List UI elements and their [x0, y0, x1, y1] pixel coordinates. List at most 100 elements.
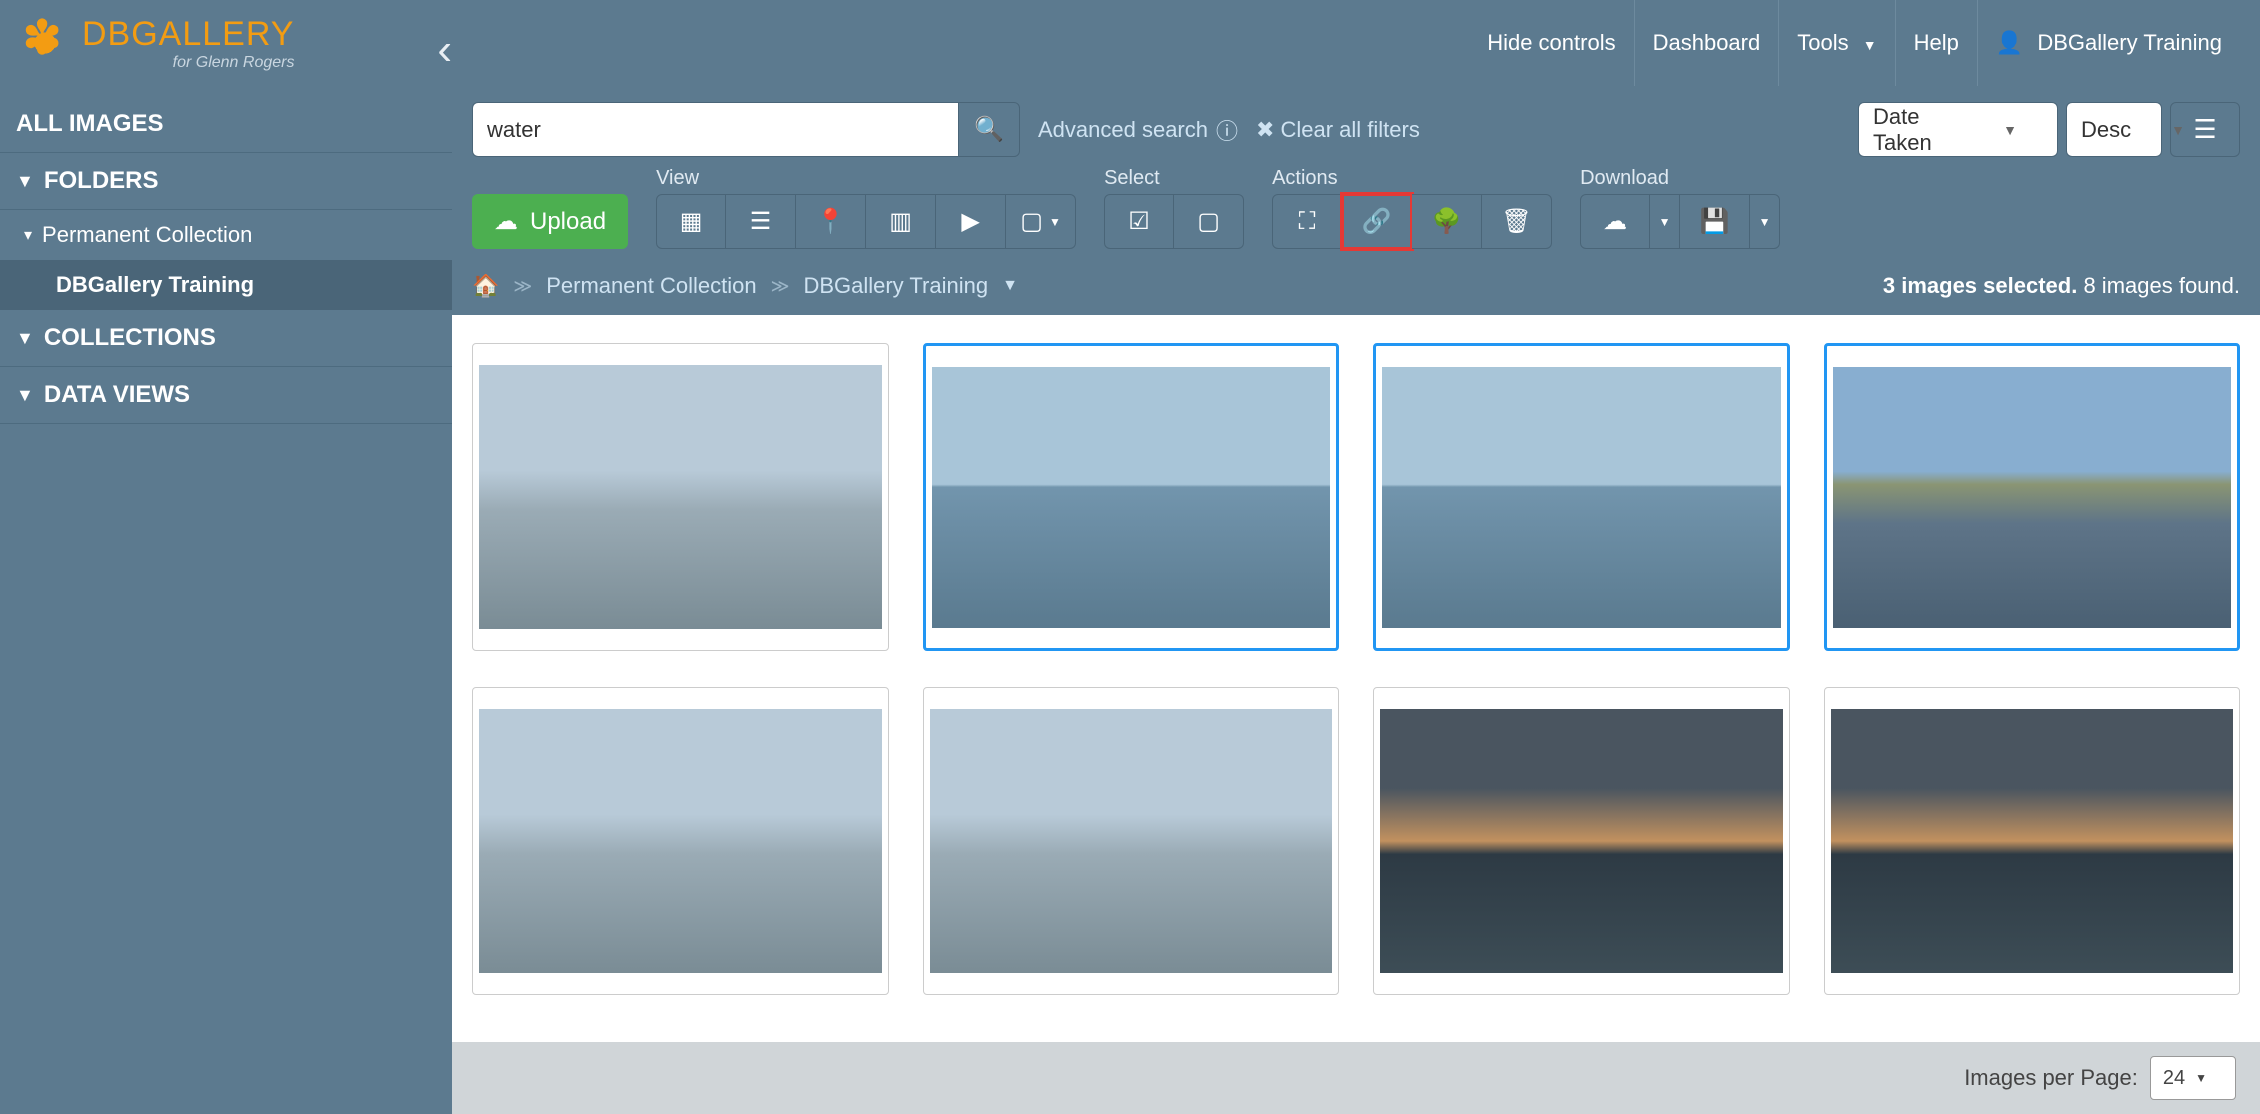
upload-label: Upload: [530, 208, 606, 236]
per-page-select[interactable]: 24 ▼: [2150, 1056, 2236, 1100]
actions-group: Actions ⛶ 🔗 🌳 🗑: [1272, 167, 1552, 249]
play-icon: ▶: [961, 207, 979, 236]
view-grid-button[interactable]: ▦: [656, 194, 726, 249]
nav-tools[interactable]: Tools ▼: [1778, 0, 1894, 86]
breadcrumb-dbgallery-training[interactable]: DBGallery Training: [803, 273, 988, 299]
image-grid: [472, 343, 2240, 995]
chevron-right-icon: ≫: [513, 276, 532, 297]
search-icon: 🔍: [974, 115, 1004, 144]
view-slideshow-button[interactable]: ▶: [936, 194, 1006, 249]
tree-permanent-collection[interactable]: ▾ Permanent Collection: [0, 210, 452, 260]
chevron-right-icon: ≫: [771, 276, 790, 297]
select-none-button[interactable]: ▢: [1174, 194, 1244, 249]
actions-group-label: Actions: [1272, 167, 1552, 190]
nav-hide-controls[interactable]: Hide controls: [1469, 0, 1633, 86]
sidebar-folders[interactable]: ▼ FOLDERS: [0, 153, 452, 210]
search-left: 🔍 Advanced search ⓘ ✖ Clear all filters: [472, 102, 1420, 157]
logo-area: DBGALLERY for Glenn Rogers ‹: [0, 15, 452, 72]
view-columns-button[interactable]: ▥: [866, 194, 936, 249]
nav-help[interactable]: Help: [1895, 0, 1977, 86]
select-group: Select ☑ ▢: [1104, 167, 1244, 249]
grid-icon: ▦: [680, 207, 703, 236]
status-selected: 3 images selected.: [1883, 273, 2077, 298]
nav-dashboard[interactable]: Dashboard: [1634, 0, 1779, 86]
nav-user[interactable]: 👤 DBGallery Training: [1977, 0, 2240, 86]
sort-direction-select[interactable]: Desc ▼: [2066, 102, 2162, 157]
sidebar: ALL IMAGES ▼ FOLDERS ▾ Permanent Collect…: [0, 86, 452, 1114]
caret-down-icon: ▼: [1759, 215, 1771, 229]
status-text: 3 images selected. 8 images found.: [1883, 273, 2240, 299]
collapse-sidebar-icon[interactable]: ‹: [437, 25, 452, 75]
export-options-button[interactable]: ▼: [1750, 194, 1780, 249]
expand-icon: ⛶: [1299, 208, 1316, 236]
per-page-label: Images per Page:: [1964, 1065, 2138, 1091]
toolbar-row: ☁ Upload View ▦ ☰ 📍 ▥ ▶ ▢ ▼ Sel: [452, 157, 2260, 261]
download-group-label: Download: [1580, 167, 1780, 190]
expand-button[interactable]: ⛶: [1272, 194, 1342, 249]
select-all-button[interactable]: ☑: [1104, 194, 1174, 249]
view-group-label: View: [656, 167, 1076, 190]
trash-icon: 🗑: [1501, 207, 1531, 236]
main-layout: ALL IMAGES ▼ FOLDERS ▾ Permanent Collect…: [0, 86, 2260, 1114]
sidebar-collections[interactable]: ▼ COLLECTIONS: [0, 310, 452, 367]
sort-area: Date Taken ▼ Desc ▼ ☰: [1858, 102, 2240, 157]
tag-button[interactable]: 🌳: [1412, 194, 1482, 249]
sidebar-all-images[interactable]: ALL IMAGES: [0, 96, 452, 153]
sort-field-select[interactable]: Date Taken ▼: [1858, 102, 2058, 157]
caret-down-icon: ▼: [16, 328, 34, 349]
home-icon[interactable]: 🏠: [472, 273, 499, 299]
image-thumb[interactable]: [472, 343, 889, 651]
upload-button[interactable]: ☁ Upload: [472, 194, 628, 249]
pagination-footer: Images per Page: 24 ▼: [452, 1042, 2260, 1114]
caret-down-icon: ▼: [1659, 215, 1671, 229]
search-button[interactable]: 🔍: [958, 102, 1020, 157]
caret-down-icon[interactable]: ▼: [1002, 277, 1018, 295]
sidebar-data-views-label: DATA VIEWS: [44, 381, 190, 409]
view-group: View ▦ ☰ 📍 ▥ ▶ ▢ ▼: [656, 167, 1076, 249]
image-thumb[interactable]: [1824, 687, 2241, 995]
tree-permanent-collection-label: Permanent Collection: [42, 222, 252, 248]
clear-filters-link[interactable]: ✖ Clear all filters: [1256, 117, 1420, 143]
caret-down-icon: ▼: [16, 171, 34, 192]
image-thumb[interactable]: [923, 687, 1340, 995]
image-thumb[interactable]: [1373, 687, 1790, 995]
search-box: 🔍: [472, 102, 1020, 157]
sort-direction-value: Desc: [2081, 117, 2131, 143]
view-map-button[interactable]: 📍: [796, 194, 866, 249]
caret-down-icon: ▼: [2171, 122, 2185, 138]
image-thumb[interactable]: [1373, 343, 1790, 651]
content: 🔍 Advanced search ⓘ ✖ Clear all filters …: [452, 86, 2260, 1114]
search-row: 🔍 Advanced search ⓘ ✖ Clear all filters …: [452, 86, 2260, 157]
grid-area: [452, 315, 2260, 1042]
download-group: Download ☁ ▼ 💾 ▼: [1580, 167, 1780, 249]
caret-down-icon: ▼: [2195, 1071, 2207, 1085]
image-thumb[interactable]: [923, 343, 1340, 651]
caret-down-icon: ▼: [16, 385, 34, 406]
sidebar-data-views[interactable]: ▼ DATA VIEWS: [0, 367, 452, 424]
view-list-button[interactable]: ☰: [726, 194, 796, 249]
empty-square-icon: ▢: [1197, 207, 1220, 236]
image-thumb[interactable]: [1824, 343, 2241, 651]
breadcrumb-permanent-collection[interactable]: Permanent Collection: [546, 273, 756, 299]
save-icon: 💾: [1700, 207, 1730, 236]
download-button[interactable]: ☁: [1580, 194, 1650, 249]
logo-flower-icon: [20, 18, 70, 68]
download-options-button[interactable]: ▼: [1650, 194, 1680, 249]
list-columns-icon: ☰: [2193, 114, 2216, 145]
share-button[interactable]: 🔗: [1342, 194, 1412, 249]
advanced-search-link[interactable]: Advanced search ⓘ: [1038, 114, 1238, 146]
clear-filters-label: Clear all filters: [1280, 117, 1419, 143]
caret-down-icon: ▾: [24, 225, 32, 245]
export-button[interactable]: 💾: [1680, 194, 1750, 249]
brand-name: DBGALLERY: [82, 15, 294, 54]
tree-dbgallery-training[interactable]: DBGallery Training: [0, 260, 452, 310]
image-thumb[interactable]: [472, 687, 889, 995]
user-icon: 👤: [1996, 30, 2023, 55]
sort-field-value: Date Taken: [1873, 104, 1963, 156]
search-input[interactable]: [472, 102, 958, 157]
sidebar-collections-label: COLLECTIONS: [44, 324, 216, 352]
delete-button[interactable]: 🗑: [1482, 194, 1552, 249]
view-size-button[interactable]: ▢ ▼: [1006, 194, 1076, 249]
share-icon: 🔗: [1362, 207, 1392, 236]
logo[interactable]: DBGALLERY for Glenn Rogers: [20, 15, 294, 72]
